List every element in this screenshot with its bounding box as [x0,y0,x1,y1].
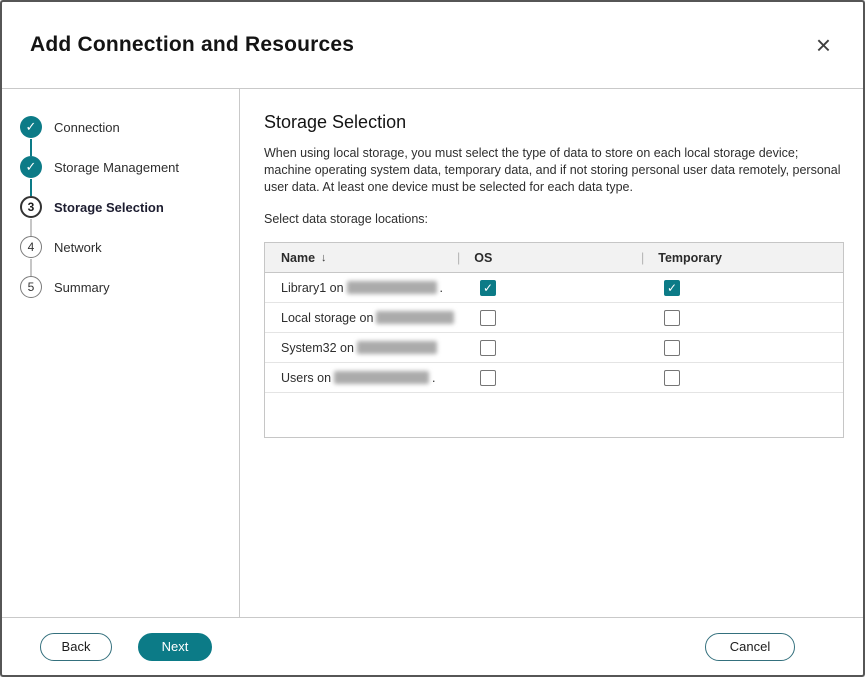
storage-name: Local storage on [265,311,457,325]
step-check-icon: ✓ [20,156,42,178]
table-row: Library1 on . ✓ ✓ [265,273,843,303]
storage-name-text: Library1 on [281,281,344,295]
next-button[interactable]: Next [138,633,212,661]
temporary-column-label: Temporary [658,251,722,265]
main-content: Storage Selection When using local stora… [240,89,863,617]
os-checkbox[interactable]: ✓ [480,280,496,296]
column-separator: | [457,251,460,265]
storage-name-text: Local storage on [281,311,373,325]
column-header-os: | OS [457,251,641,265]
wizard-step-network[interactable]: 4 Network [2,227,239,267]
column-separator: | [641,251,644,265]
dialog-body: ✓ Connection ✓ Storage Management 3 Storage S… [2,89,863,617]
storage-name-text: Users on [281,371,331,385]
step-number: 5 [20,276,42,298]
table-header-row: Name ↓ | OS | Temporary [265,243,843,273]
column-header-temporary: | Temporary [641,251,825,265]
column-header-name[interactable]: Name ↓ [265,251,457,265]
storage-locations-table: Name ↓ | OS | Temporary Library1 on .✓✓L… [264,242,844,438]
temporary-checkbox-cell [641,340,825,356]
sort-descending-icon: ↓ [321,252,327,264]
redacted-hostname [334,371,429,384]
os-checkbox-cell [457,340,641,356]
os-checkbox-cell [457,370,641,386]
select-locations-label: Select data storage locations: [264,212,863,226]
wizard-step-summary[interactable]: 5 Summary [2,267,239,307]
wizard-step-storage-selection[interactable]: 3 Storage Selection [2,187,239,227]
name-column-label: Name [281,251,315,265]
temporary-checkbox-cell [641,370,825,386]
temporary-checkbox-cell [641,310,825,326]
os-checkbox-cell [457,310,641,326]
dialog-footer: Back Next Cancel [2,617,863,675]
os-checkbox[interactable] [480,370,496,386]
temporary-checkbox[interactable] [664,340,680,356]
storage-name: Users on . [265,371,457,385]
step-label: Storage Management [54,160,179,175]
wizard-steps: ✓ Connection ✓ Storage Management 3 Storage S… [2,89,240,617]
wizard-step-connection[interactable]: ✓ Connection [2,107,239,147]
storage-name: Library1 on . [265,281,457,295]
table-empty-area [265,393,843,437]
os-checkbox[interactable] [480,310,496,326]
storage-table-rows: Library1 on . ✓ ✓ Local storage on System32… [265,273,843,393]
storage-name-suffix: . [432,371,435,385]
step-label: Network [54,240,102,255]
cancel-button[interactable]: Cancel [705,633,795,661]
storage-name-text: System32 on [281,341,354,355]
step-number: 4 [20,236,42,258]
dialog-header: Add Connection and Resources × [2,2,863,89]
description-text: When using local storage, you must selec… [264,145,848,196]
step-check-icon: ✓ [20,116,42,138]
step-label: Connection [54,120,120,135]
close-icon[interactable]: × [812,30,835,60]
os-checkbox[interactable] [480,340,496,356]
storage-name-suffix: . [440,281,443,295]
temporary-checkbox[interactable]: ✓ [664,280,680,296]
redacted-hostname [376,311,454,324]
dialog-title: Add Connection and Resources [30,33,354,57]
table-row: Local storage on [265,303,843,333]
add-connection-dialog: Add Connection and Resources × ✓ Connecti… [0,0,865,677]
step-label: Storage Selection [54,200,164,215]
os-checkbox-cell: ✓ [457,280,641,296]
page-title: Storage Selection [264,111,863,133]
temporary-checkbox-cell: ✓ [641,280,825,296]
table-row: Users on . [265,363,843,393]
temporary-checkbox[interactable] [664,310,680,326]
storage-name: System32 on [265,341,457,355]
redacted-hostname [357,341,437,354]
redacted-hostname [347,281,437,294]
back-button[interactable]: Back [40,633,112,661]
step-number: 3 [20,196,42,218]
wizard-step-storage-management[interactable]: ✓ Storage Management [2,147,239,187]
os-column-label: OS [474,251,492,265]
table-row: System32 on [265,333,843,363]
step-label: Summary [54,280,110,295]
temporary-checkbox[interactable] [664,370,680,386]
